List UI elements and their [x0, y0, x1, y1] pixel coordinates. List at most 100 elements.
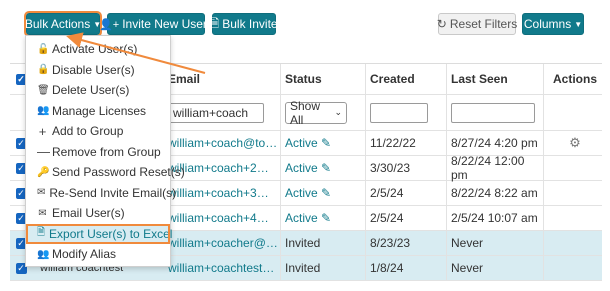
menu-item-manage-licenses[interactable]: 👥 Manage Licenses — [26, 101, 170, 122]
status-cell[interactable]: Active ✎ — [285, 156, 365, 180]
last-seen-filter-cell — [451, 95, 543, 130]
menu-item-label: Add to Group — [52, 124, 124, 139]
header-actions: Actions — [552, 72, 597, 86]
invite-new-users-label: Invite New Users — [122, 17, 213, 31]
menu-item-email-users[interactable]: ✉ Email User(s) — [26, 203, 170, 224]
menu-item-label: Manage Licenses — [52, 103, 147, 118]
menu-item-activate-users[interactable]: 🔓 Activate User(s) — [26, 39, 170, 60]
status-filter-value: Show All — [290, 98, 321, 127]
email-cell[interactable]: william+coach+2@torsh.... — [168, 156, 280, 180]
excel-file-icon: 🗎 — [37, 227, 46, 239]
status-cell[interactable]: Active ✎ — [285, 131, 365, 155]
refresh-icon: ↻ — [436, 17, 447, 31]
menu-item-modify-alias[interactable]: 👥 Modify Alias — [26, 244, 170, 265]
reset-filters-label: Reset Filters — [449, 17, 518, 31]
email-filter-input[interactable] — [168, 102, 264, 123]
invite-new-users-button[interactable]: 👤+ Invite New Users — [99, 13, 213, 35]
last-seen-filter-input[interactable] — [451, 102, 535, 123]
last-seen-cell: 8/27/24 4:20 pm — [451, 136, 538, 150]
envelope-icon: ✉ — [37, 187, 46, 199]
email-cell[interactable]: william+coacher@torsh.co — [168, 231, 280, 255]
plus-icon: + — [38, 123, 47, 139]
email-filter-cell — [168, 95, 280, 130]
menu-item-send-password-reset[interactable]: 🔑 Send Password Reset(s) — [26, 162, 185, 183]
pencil-icon[interactable]: ✎ — [321, 136, 331, 150]
envelope-icon: ✉ — [38, 207, 47, 219]
email-link[interactable]: william+coach+3@torsh.... — [168, 186, 280, 200]
chevron-down-icon: ⌄ — [334, 107, 342, 117]
status-cell: Invited — [285, 236, 321, 250]
reset-filters-button[interactable]: ↻ Reset Filters — [436, 13, 518, 35]
column-divider — [365, 64, 366, 281]
menu-item-remove-from-group[interactable]: — Remove from Group — [26, 142, 170, 163]
bulk-actions-label: Bulk Actions — [24, 17, 91, 31]
columns-button[interactable]: Columns ▼ — [522, 13, 584, 35]
header-created[interactable]: Created — [370, 64, 446, 94]
menu-item-label: Export User(s) to Excel — [49, 226, 173, 241]
menu-item-resend-invite[interactable]: ✉ Re-Send Invite Email(s) — [26, 183, 176, 204]
email-link[interactable]: william+coach@torsh.co — [168, 136, 280, 150]
email-cell[interactable]: william+coach+4@torsh.... — [168, 206, 280, 230]
menu-item-label: Email User(s) — [52, 206, 125, 221]
menu-item-label: Send Password Reset(s) — [52, 165, 185, 180]
lock-icon: 🔒 — [37, 64, 50, 76]
columns-label: Columns — [523, 17, 572, 31]
menu-item-label: Modify Alias — [52, 247, 117, 262]
users-icon: 👥 — [37, 248, 50, 260]
gear-icon[interactable]: ⚙ — [548, 131, 602, 155]
caret-down-icon: ▼ — [574, 19, 583, 29]
menu-item-label: Re-Send Invite Email(s) — [49, 185, 177, 200]
key-icon: 🔑 — [37, 166, 50, 178]
email-link[interactable]: william+coach+4@torsh.... — [168, 211, 280, 225]
last-seen-cell: 8/22/24 12:00 pm — [451, 154, 525, 182]
created-cell: 1/8/24 — [370, 261, 404, 275]
last-seen-cell: Never — [451, 236, 484, 250]
last-seen-cell: Never — [451, 261, 484, 275]
menu-item-delete-users[interactable]: 🗑 Delete User(s) — [26, 80, 170, 101]
pencil-icon[interactable]: ✎ — [321, 186, 331, 200]
header-email[interactable]: Email — [168, 64, 280, 94]
created-filter-cell — [370, 95, 446, 130]
status-text: Active — [285, 161, 318, 175]
email-cell[interactable]: william+coach+3@torsh.... — [168, 181, 280, 205]
menu-item-disable-users[interactable]: 🔒 Disable User(s) — [26, 60, 170, 81]
email-cell[interactable]: william+coachtest@tors... — [168, 256, 280, 280]
menu-item-add-to-group[interactable]: + Add to Group — [26, 121, 170, 142]
created-filter-input[interactable] — [370, 102, 428, 123]
menu-item-label: Delete User(s) — [52, 83, 130, 98]
last-seen-cell: 2/5/24 10:07 am — [451, 211, 538, 225]
status-cell[interactable]: Active ✎ — [285, 181, 365, 205]
users-icon: 👥 — [37, 105, 50, 117]
pencil-icon[interactable]: ✎ — [321, 161, 331, 175]
column-divider — [280, 64, 281, 281]
created-cell: 2/5/24 — [370, 186, 404, 200]
pencil-icon[interactable]: ✎ — [321, 211, 331, 225]
email-link[interactable]: william+coach+2@torsh.... — [168, 161, 280, 175]
add-user-icon: 👤+ — [99, 18, 120, 31]
status-text: Active — [285, 136, 318, 150]
status-cell[interactable]: Active ✎ — [285, 206, 365, 230]
email-cell[interactable]: william+coach@torsh.co — [168, 131, 280, 155]
menu-item-label: Remove from Group — [52, 144, 161, 159]
last-seen-cell: 8/22/24 8:22 am — [451, 186, 538, 200]
header-last-seen[interactable]: Last Seen — [451, 64, 543, 94]
bulk-invite-button[interactable]: 🗎 Bulk Invite — [210, 13, 278, 35]
status-text: Active — [285, 186, 318, 200]
minus-icon: — — [37, 144, 50, 160]
status-text: Active — [285, 211, 318, 225]
status-filter-cell: Show All ⌄ — [285, 95, 365, 130]
header-status[interactable]: Status — [285, 64, 365, 94]
email-link[interactable]: william+coachtest@tors... — [168, 261, 280, 275]
bulk-actions-menu: 🔓 Activate User(s) 🔒 Disable User(s) 🗑 D… — [25, 35, 185, 267]
created-cell: 3/30/23 — [370, 161, 411, 175]
lock-icon: 🔓 — [37, 43, 50, 55]
file-icon: 🗎 — [210, 17, 220, 30]
created-cell: 2/5/24 — [370, 211, 404, 225]
menu-item-export-to-excel[interactable]: 🗎 Export User(s) to Excel — [26, 223, 173, 244]
bulk-actions-button[interactable]: Bulk Actions ▼ — [24, 11, 102, 37]
menu-item-label: Disable User(s) — [52, 62, 135, 77]
menu-item-label: Activate User(s) — [52, 42, 138, 57]
column-divider — [446, 64, 447, 281]
status-filter-select[interactable]: Show All ⌄ — [285, 98, 347, 127]
email-link[interactable]: william+coacher@torsh.co — [168, 236, 280, 250]
